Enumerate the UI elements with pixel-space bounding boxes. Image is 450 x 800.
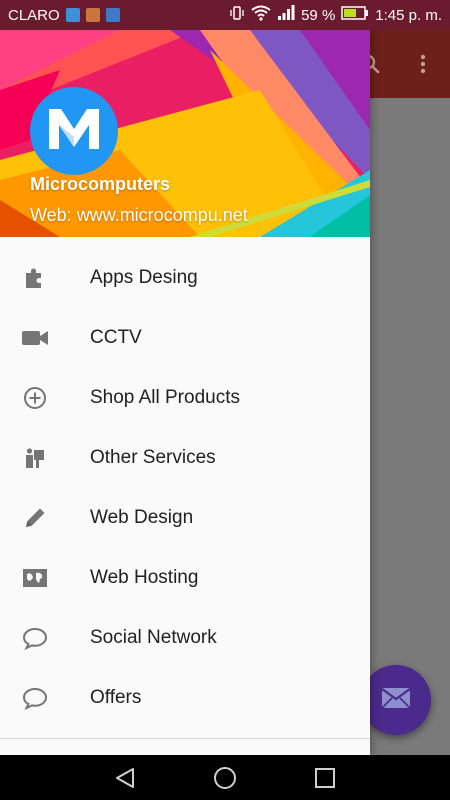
menu-label: Other Services: [90, 447, 216, 468]
header-website: Web: www.microcompu.net: [30, 205, 248, 225]
wifi-icon: [251, 5, 271, 25]
overflow-menu-icon[interactable]: [411, 52, 435, 76]
menu-item-offers[interactable]: Offers: [0, 668, 370, 728]
hosting-icon: [22, 566, 48, 590]
avatar[interactable]: [30, 87, 118, 175]
mail-icon: [381, 687, 411, 714]
drawer-divider: [0, 738, 370, 739]
battery-percent: 59 %: [301, 6, 336, 24]
menu-label: Offers: [90, 687, 142, 708]
system-nav-bar: [0, 755, 450, 800]
menu-item-web-hosting[interactable]: Web Hosting: [0, 548, 370, 608]
menu-item-cctv[interactable]: CCTV: [0, 308, 370, 368]
menu-label: Web Design: [90, 507, 194, 528]
menu-label: CCTV: [90, 327, 142, 348]
vibrate-icon: [229, 5, 245, 25]
drawer-menu: Apps Desing CCTV Shop All Products Other…: [0, 248, 370, 728]
menu-item-shop-all-products[interactable]: Shop All Products: [0, 368, 370, 428]
menu-label: Apps Desing: [90, 267, 198, 288]
recents-icon[interactable]: [313, 766, 337, 790]
menu-label: Web Hosting: [90, 567, 199, 588]
video-camera-icon: [22, 326, 48, 350]
services-icon: [22, 446, 48, 470]
menu-label: Shop All Products: [90, 387, 240, 408]
chat-bubble-icon: [22, 686, 48, 710]
m-logo-icon: [47, 107, 101, 156]
chat-bubble-icon: [22, 626, 48, 650]
menu-label: Social Network: [90, 627, 217, 648]
carrier-label: CLARO: [8, 6, 60, 24]
status-bar: CLARO 59 % 1:45 p. m.: [0, 0, 450, 30]
menu-item-apps-desing[interactable]: Apps Desing: [0, 248, 370, 308]
notification-app-icon: [65, 8, 80, 22]
navigation-drawer: Microcomputers Web: www.microcompu.net A…: [0, 30, 370, 755]
battery-icon: [341, 6, 369, 24]
home-icon[interactable]: [213, 766, 237, 790]
clock: 1:45 p. m.: [375, 6, 442, 24]
header-title: Microcomputers: [30, 174, 171, 194]
pencil-icon: [22, 506, 48, 530]
back-icon[interactable]: [113, 766, 137, 790]
menu-item-web-design[interactable]: Web Design: [0, 488, 370, 548]
notification-shop-icon: [85, 8, 100, 22]
add-circle-icon: [22, 386, 48, 410]
signal-icon: [277, 5, 295, 25]
email-fab-button[interactable]: [361, 665, 431, 735]
puzzle-icon: [22, 266, 48, 290]
menu-item-social-network[interactable]: Social Network: [0, 608, 370, 668]
notification-message-icon: [105, 8, 120, 22]
drawer-header: Microcomputers Web: www.microcompu.net: [0, 30, 370, 237]
menu-item-other-services[interactable]: Other Services: [0, 428, 370, 488]
